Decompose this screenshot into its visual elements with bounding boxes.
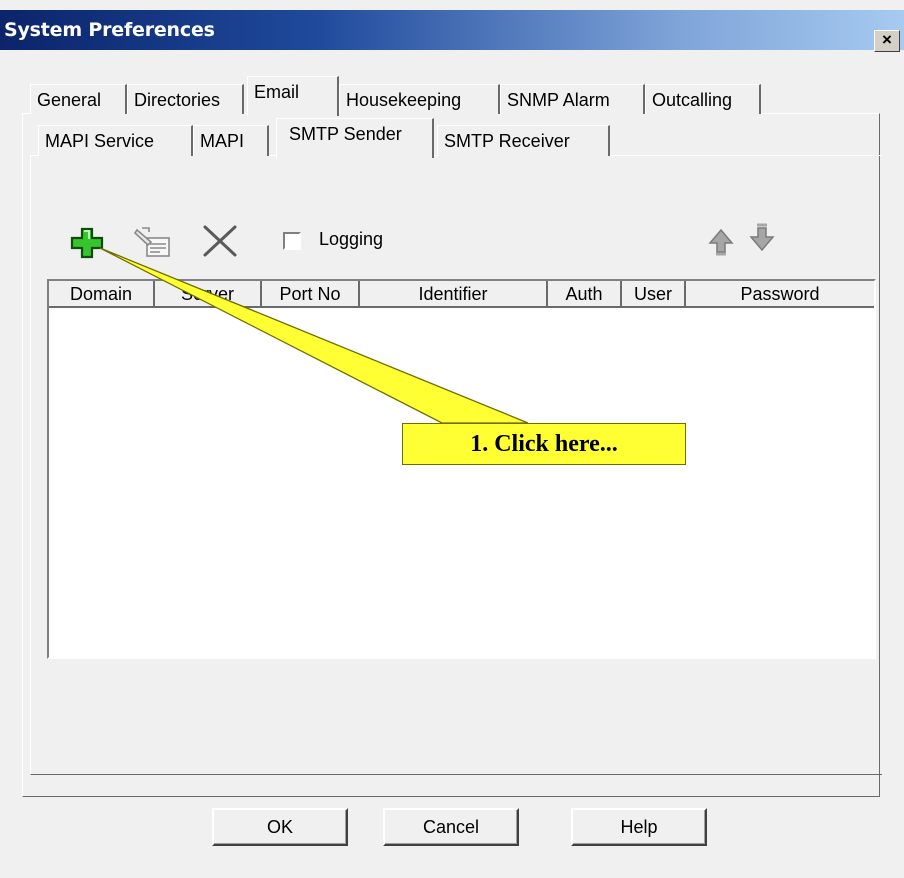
instruction-callout: 1. Click here... <box>402 423 686 465</box>
system-preferences-dialog: System Preferences × General Directories… <box>0 0 904 878</box>
